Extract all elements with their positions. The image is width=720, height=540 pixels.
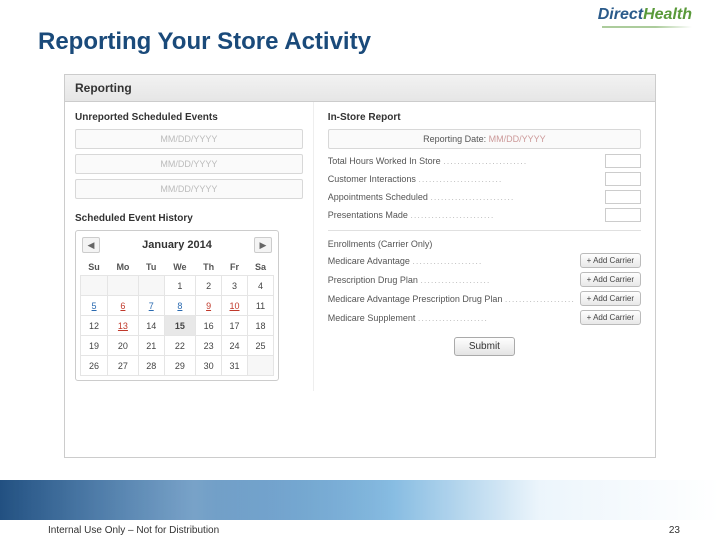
footer-gradient	[0, 480, 720, 522]
calendar-day[interactable]: 1	[164, 276, 195, 296]
calendar-day[interactable]: 28	[138, 356, 164, 376]
unreported-events-title: Unreported Scheduled Events	[75, 112, 303, 123]
calendar-day[interactable]: 6	[108, 296, 139, 316]
calendar-day[interactable]: 9	[196, 296, 222, 316]
submit-button[interactable]: Submit	[454, 337, 515, 356]
calendar-day[interactable]: 15	[164, 316, 195, 336]
app-header: Reporting	[65, 75, 655, 102]
calendar-dow: Fr	[222, 259, 248, 276]
page-title: Reporting Your Store Activity	[38, 28, 371, 56]
report-field-label: Total Hours Worked In Store ............…	[328, 156, 527, 166]
calendar-dow: We	[164, 259, 195, 276]
report-field-row: Total Hours Worked In Store ............…	[328, 154, 641, 168]
enrollment-label: Medicare Advantage ....................	[328, 256, 483, 266]
add-carrier-button[interactable]: + Add Carrier	[580, 253, 641, 268]
report-field-label: Presentations Made .....................…	[328, 210, 495, 220]
report-field-input[interactable]	[605, 172, 641, 186]
report-field-input[interactable]	[605, 154, 641, 168]
add-carrier-button[interactable]: + Add Carrier	[580, 310, 641, 325]
calendar-day[interactable]: 30	[196, 356, 222, 376]
divider	[328, 230, 641, 231]
report-field-row: Customer Interactions ..................…	[328, 172, 641, 186]
calendar-day[interactable]: 29	[164, 356, 195, 376]
calendar-dow: Th	[196, 259, 222, 276]
calendar-day[interactable]: 14	[138, 316, 164, 336]
calendar-dow: Tu	[138, 259, 164, 276]
calendar-day[interactable]: 22	[164, 336, 195, 356]
calendar-day	[108, 276, 139, 296]
calendar-month-label: January 2014	[142, 239, 212, 251]
report-field-label: Appointments Scheduled .................…	[328, 192, 515, 202]
calendar-day[interactable]: 17	[222, 316, 248, 336]
chevron-left-icon: ◀	[88, 240, 95, 251]
enrollment-row: Medicare Advantage .................... +…	[328, 253, 641, 268]
calendar-day[interactable]: 7	[138, 296, 164, 316]
calendar-day[interactable]: 19	[81, 336, 108, 356]
enrollments-title: Enrollments (Carrier Only)	[328, 239, 641, 249]
calendar-day[interactable]: 3	[222, 276, 248, 296]
chevron-right-icon: ▶	[260, 240, 267, 251]
calendar-day[interactable]: 25	[247, 336, 273, 356]
calendar-day[interactable]: 27	[108, 356, 139, 376]
calendar-dow: Sa	[247, 259, 273, 276]
unreported-date-1[interactable]: MM/DD/YYYY	[75, 129, 303, 149]
calendar-day[interactable]: 16	[196, 316, 222, 336]
calendar-day[interactable]: 21	[138, 336, 164, 356]
calendar-day[interactable]: 18	[247, 316, 273, 336]
right-column: In-Store Report Reporting Date: MM/DD/YY…	[313, 102, 655, 391]
unreported-date-2[interactable]: MM/DD/YYYY	[75, 154, 303, 174]
calendar-day[interactable]: 12	[81, 316, 108, 336]
reporting-date-row: Reporting Date: MM/DD/YYYY	[328, 129, 641, 149]
event-history-title: Scheduled Event History	[75, 213, 303, 224]
calendar-day[interactable]: 5	[81, 296, 108, 316]
brand-logo: DirectHealth	[598, 6, 692, 24]
calendar-day[interactable]: 26	[81, 356, 108, 376]
calendar: ◀ January 2014 ▶ SuMoTuWeThFrSa 12345678…	[75, 230, 279, 381]
calendar-day[interactable]: 31	[222, 356, 248, 376]
brand-part1: Direct	[598, 6, 643, 23]
calendar-day[interactable]: 4	[247, 276, 273, 296]
report-field-row: Presentations Made .....................…	[328, 208, 641, 222]
calendar-day[interactable]: 10	[222, 296, 248, 316]
calendar-day	[138, 276, 164, 296]
brand-underline	[602, 26, 692, 28]
enrollment-label: Medicare Advantage Prescription Drug Pla…	[328, 294, 574, 304]
reporting-app: Reporting Unreported Scheduled Events MM…	[64, 74, 656, 458]
calendar-day[interactable]: 2	[196, 276, 222, 296]
report-field-row: Appointments Scheduled .................…	[328, 190, 641, 204]
reporting-date-value: MM/DD/YYYY	[489, 134, 546, 144]
enrollment-row: Medicare Supplement ....................…	[328, 310, 641, 325]
report-field-label: Customer Interactions ..................…	[328, 174, 503, 184]
add-carrier-button[interactable]: + Add Carrier	[580, 272, 641, 287]
reporting-date-label: Reporting Date:	[423, 134, 486, 144]
brand-part2: Health	[643, 6, 692, 23]
report-field-input[interactable]	[605, 190, 641, 204]
calendar-dow: Su	[81, 259, 108, 276]
enrollment-label: Prescription Drug Plan .................…	[328, 275, 491, 285]
calendar-dow: Mo	[108, 259, 139, 276]
calendar-day[interactable]: 20	[108, 336, 139, 356]
left-column: Unreported Scheduled Events MM/DD/YYYY M…	[65, 102, 313, 391]
calendar-day[interactable]: 24	[222, 336, 248, 356]
calendar-day	[247, 356, 273, 376]
calendar-day	[81, 276, 108, 296]
calendar-day[interactable]: 13	[108, 316, 139, 336]
calendar-prev-button[interactable]: ◀	[82, 237, 100, 253]
footer-text: Internal Use Only – Not for Distribution	[48, 525, 219, 536]
enrollment-row: Medicare Advantage Prescription Drug Pla…	[328, 291, 641, 306]
unreported-date-3[interactable]: MM/DD/YYYY	[75, 179, 303, 199]
enrollment-row: Prescription Drug Plan .................…	[328, 272, 641, 287]
add-carrier-button[interactable]: + Add Carrier	[580, 291, 641, 306]
enrollment-label: Medicare Supplement ....................	[328, 313, 488, 323]
calendar-day[interactable]: 11	[247, 296, 273, 316]
calendar-next-button[interactable]: ▶	[254, 237, 272, 253]
instore-report-title: In-Store Report	[328, 112, 641, 123]
page-number: 23	[669, 525, 680, 536]
calendar-day[interactable]: 8	[164, 296, 195, 316]
calendar-day[interactable]: 23	[196, 336, 222, 356]
report-field-input[interactable]	[605, 208, 641, 222]
